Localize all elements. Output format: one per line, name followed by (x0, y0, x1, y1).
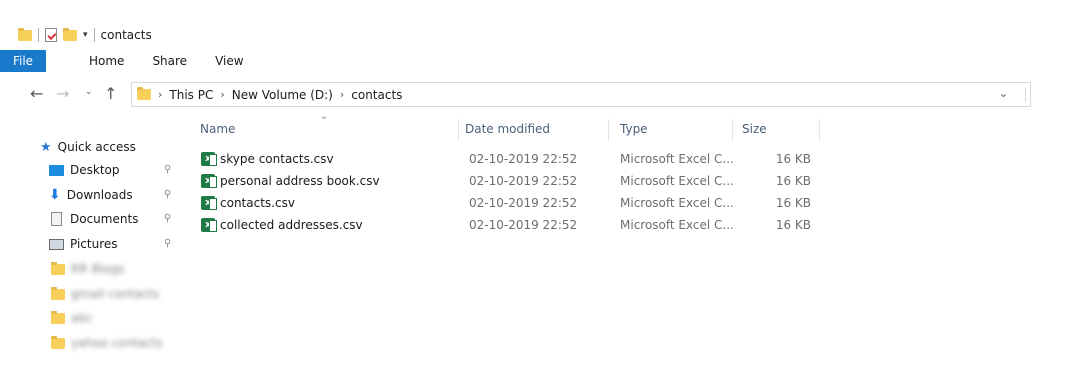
address-bar[interactable]: › This PC › New Volume (D:) › contacts ⌄ (131, 82, 1031, 107)
file-date-modified: 02-10-2019 22:52 (469, 218, 578, 232)
sort-chevron-icon: ⌄ (320, 111, 329, 122)
properties-icon[interactable] (45, 28, 57, 42)
column-headers: ⌄ Name Date modified Type Size (190, 111, 830, 143)
window-title: contacts (100, 28, 152, 42)
column-header-type[interactable]: Type (620, 115, 648, 143)
file-size: 16 KB (775, 218, 811, 232)
sidebar-item-label: abc (71, 311, 93, 325)
file-name: collected addresses.csv (220, 218, 363, 232)
downloads-icon: ⬇ (49, 187, 61, 203)
file-name: skype contacts.csv (220, 152, 334, 166)
file-type: Microsoft Excel C... (620, 174, 734, 188)
forward-arrow-icon[interactable]: → (56, 84, 69, 103)
up-arrow-icon[interactable]: ↑ (104, 84, 117, 103)
sidebar-item-label: Downloads (66, 188, 133, 202)
sidebar-item-desktop[interactable]: Desktop (49, 158, 120, 182)
navigation-pane: ★ Quick access Desktop ⚲ ⬇ Downloads ⚲ D… (0, 130, 185, 386)
column-divider[interactable] (458, 119, 459, 141)
file-size: 16 KB (775, 174, 811, 188)
recent-locations-chevron-icon[interactable]: ⌄ (85, 87, 93, 97)
sidebar-item-label: gmail contacts (71, 287, 160, 301)
sidebar-item-label: Documents (70, 212, 139, 226)
sidebar-item-quick-access[interactable]: ★ Quick access (40, 135, 136, 159)
customize-dropdown-icon[interactable]: ▾ (83, 30, 88, 40)
breadcrumb-this-pc[interactable]: This PC (169, 88, 213, 102)
file-row[interactable]: x skype contacts.csv 02-10-2019 22:52 Mi… (190, 148, 830, 170)
documents-icon (51, 212, 62, 226)
file-size: 16 KB (775, 196, 811, 210)
pin-icon[interactable]: ⚲ (164, 164, 171, 175)
new-folder-icon[interactable] (63, 27, 77, 41)
address-row: ← → ⌄ ↑ › This PC › New Volume (D:) › co… (0, 80, 1081, 108)
separator (38, 28, 39, 42)
separator (93, 28, 95, 42)
folder-icon (18, 27, 32, 41)
back-arrow-icon[interactable]: ← (30, 84, 43, 103)
file-name: contacts.csv (220, 196, 295, 210)
folder-icon (137, 87, 151, 100)
breadcrumb-contacts[interactable]: contacts (351, 88, 402, 102)
excel-csv-icon: x (201, 196, 217, 210)
excel-csv-icon: x (201, 218, 217, 232)
address-dropdown-icon[interactable]: ⌄ (999, 87, 1008, 100)
column-divider[interactable] (819, 119, 820, 141)
column-divider[interactable] (608, 119, 609, 141)
pictures-icon (49, 238, 64, 250)
sidebar-item-label: yahoo contacts (71, 336, 163, 350)
sidebar-item-label: Desktop (70, 163, 120, 177)
file-date-modified: 02-10-2019 22:52 (469, 174, 578, 188)
file-name: personal address book.csv (220, 174, 380, 188)
file-size: 16 KB (775, 152, 811, 166)
ribbon-tabs: File Home Share View (0, 50, 1081, 72)
desktop-icon (49, 164, 64, 176)
pin-icon[interactable]: ⚲ (164, 238, 171, 249)
breadcrumb-new-volume[interactable]: New Volume (D:) (232, 88, 333, 102)
column-header-size[interactable]: Size (742, 115, 767, 143)
column-header-date-modified[interactable]: Date modified (465, 115, 550, 143)
tab-view[interactable]: View (187, 50, 243, 72)
pin-icon[interactable]: ⚲ (164, 189, 171, 200)
tab-file[interactable]: File (0, 50, 46, 72)
file-row[interactable]: x personal address book.csv 02-10-2019 2… (190, 170, 830, 192)
quick-access-toolbar: ▾ contacts (18, 27, 152, 42)
pin-icon[interactable]: ⚲ (164, 213, 171, 224)
star-icon: ★ (40, 139, 52, 155)
file-type: Microsoft Excel C... (620, 196, 734, 210)
chevron-right-icon[interactable]: › (340, 88, 344, 101)
file-row[interactable]: x collected addresses.csv 02-10-2019 22:… (190, 214, 830, 236)
tab-home[interactable]: Home (46, 50, 124, 72)
title-bar: ▾ contacts (0, 0, 1081, 50)
file-date-modified: 02-10-2019 22:52 (469, 152, 578, 166)
sidebar-item-label: Pictures (70, 237, 118, 251)
column-header-name[interactable]: Name (200, 115, 235, 143)
folder-icon (51, 286, 65, 300)
tab-share[interactable]: Share (124, 50, 187, 72)
file-type: Microsoft Excel C... (620, 218, 734, 232)
folder-icon (51, 261, 65, 275)
excel-csv-icon: x (201, 152, 217, 166)
sidebar-item-folder[interactable]: yahoo contacts (51, 331, 163, 355)
file-type: Microsoft Excel C... (620, 152, 734, 166)
sidebar-item-downloads[interactable]: ⬇ Downloads (49, 183, 133, 207)
sidebar-item-folder[interactable]: gmail contacts (51, 282, 159, 306)
file-date-modified: 02-10-2019 22:52 (469, 196, 578, 210)
folder-icon (51, 335, 65, 349)
chevron-right-icon[interactable]: › (220, 88, 224, 101)
address-divider (1025, 88, 1026, 102)
sidebar-item-pictures[interactable]: Pictures (49, 232, 118, 256)
sidebar-item-label: RR Blogs (71, 262, 125, 276)
folder-icon (51, 310, 65, 324)
excel-csv-icon: x (201, 174, 217, 188)
sidebar-item-documents[interactable]: Documents (49, 207, 138, 231)
sidebar-item-label: Quick access (57, 140, 136, 154)
sidebar-item-folder[interactable]: RR Blogs (51, 257, 124, 281)
chevron-right-icon[interactable]: › (158, 88, 162, 101)
file-row[interactable]: x contacts.csv 02-10-2019 22:52 Microsof… (190, 192, 830, 214)
column-divider[interactable] (732, 119, 733, 141)
sidebar-item-folder[interactable]: abc (51, 306, 93, 330)
